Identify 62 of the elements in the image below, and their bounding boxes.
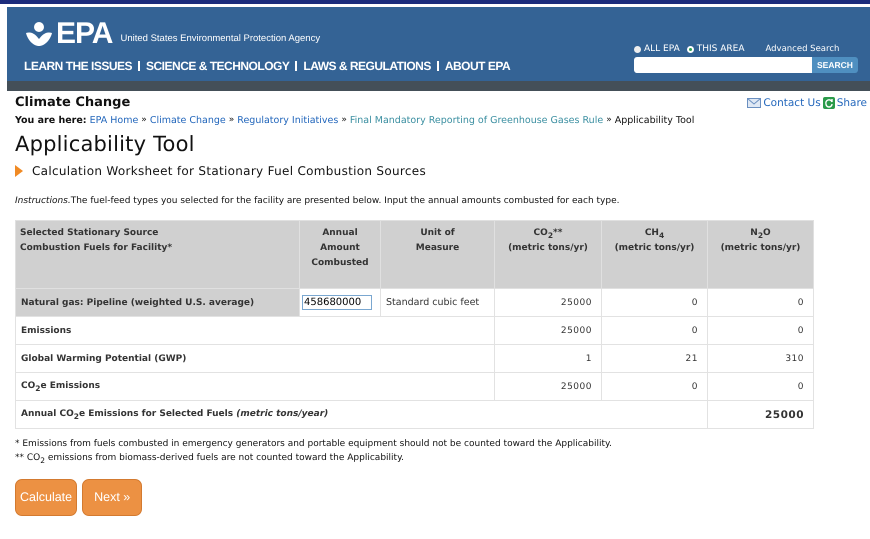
table-cell: 0 [708,316,814,344]
footnote: ** CO$_{2}$ emissions from biomass-derived fuels are not counted toward the Applicability. [15,453,405,465]
table-cell: 25000 [494,316,602,344]
table-cell: 0 [708,372,814,400]
breadcrumb-current: Applicability Tool [614,115,694,126]
table-cell: CO$_{2}$e Emissions [16,372,494,400]
table-cell: Global Warming Potential (GWP) [16,344,494,372]
column-unit: (metric tons/yr) [720,242,802,254]
share-icon [822,96,835,108]
instructions-text: Instructions.The fuel-feed types you selected for the facility are presented below. Input the annual amounts combusted for each type. [15,196,620,206]
breadcrumb-link[interactable]: Climate Change [150,115,226,126]
column-header: Selected Stationary Source Combustion Fuels for Facility* [20,227,174,255]
search-button[interactable]: SEARCH [812,57,858,73]
breadcrumb-link[interactable]: EPA Home [90,115,138,126]
column-unit: (metric tons/yr) [614,242,696,254]
logo-text[interactable]: EPA [56,19,112,49]
search-field[interactable] [634,57,812,73]
column-header: Annual Amount Combusted [310,227,370,270]
footnote: * Emissions from fuels combusted in emergency generators and portable equipment should not be counted toward the Applicability. [15,439,613,449]
nav-link[interactable]: ABOUT EPA [444,59,510,73]
nav-link[interactable]: LEARN THE ISSUES [24,59,132,73]
table-cell: 0 [602,372,708,400]
breadcrumb-separator: » [141,115,147,126]
column-header: CO$_{2}$** [534,227,562,242]
mail-icon [747,98,762,108]
contact-link[interactable]: Contact Us [763,96,821,108]
breadcrumb-link[interactable]: Final Mandatory Reporting of Greenhouse Gases Rule [350,115,604,126]
breadcrumb-link[interactable]: Regulatory Initiatives [237,115,338,126]
column-header: Unit of Measure [414,227,460,255]
table-cell: 25000 [708,400,814,428]
table-cell: Annual CO$_{2}$e Emissions for Selected Fuels (metric tons/year) [16,400,708,428]
advanced-search-link[interactable]: Advanced Search [766,44,840,54]
agency-name: United States Environmental Protection Agency [120,32,320,44]
share-link[interactable]: Share [836,96,867,108]
table-cell: 21 [602,344,708,372]
amount-field[interactable]: 458680000 [302,295,372,310]
breadcrumb-label: You are here: [15,115,87,126]
scope-radio[interactable]: THIS AREA [686,44,744,54]
column-header: N$_{2}$O [750,227,771,242]
flower-logo-icon [24,21,54,47]
section-title: Climate Change [15,95,130,110]
worksheet-heading: Calculation Worksheet for Stationary Fuel Combustion Sources [32,164,426,178]
table-cell: Emissions [16,316,494,344]
breadcrumb-separator: » [341,115,347,126]
table-cell: 25000 [494,372,602,400]
breadcrumb-separator: » [228,115,234,126]
table-cell: 25000 [494,288,602,316]
table-cell: 0 [602,316,708,344]
table-cell: Natural gas: Pipeline (weighted U.S. average) [16,288,300,316]
table-cell: 1 [494,344,602,372]
scope-radio[interactable]: ALL EPA [634,44,680,54]
triangle-bullet-icon [15,165,23,177]
nav-link[interactable]: LAWS & REGULATIONS [303,59,431,73]
nav-link[interactable]: SCIENCE & TECHNOLOGY [146,59,290,73]
column-unit: (metric tons/yr) [507,242,589,254]
table-cell: 310 [708,344,814,372]
table-cell: 0 [602,288,708,316]
table-cell: Standard cubic feet [380,288,494,316]
breadcrumb-separator: » [606,115,612,126]
column-header: CH$_{4}$ [644,227,664,242]
page-title: Applicability Tool [15,132,196,156]
table-cell: 0 [708,288,814,316]
